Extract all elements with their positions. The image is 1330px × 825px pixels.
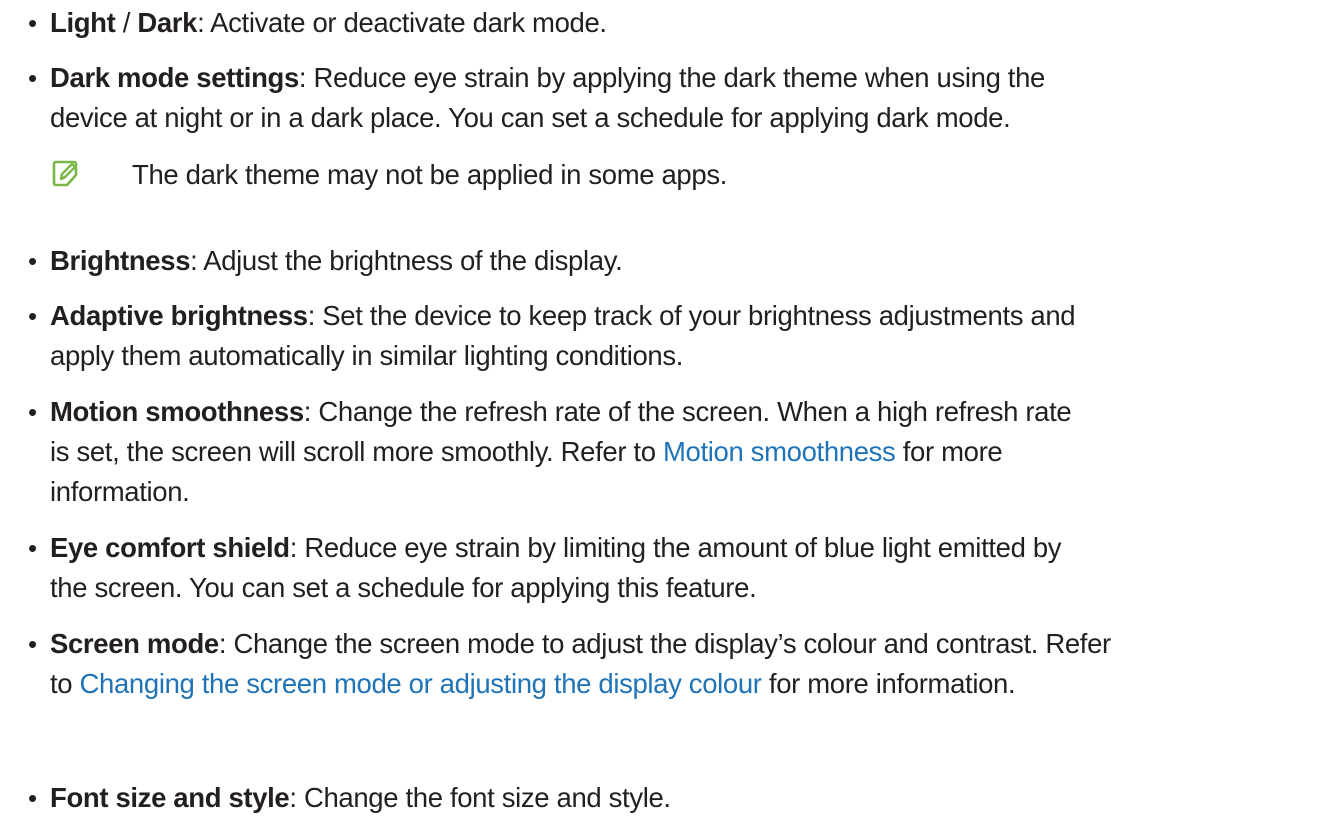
list-item-brightness: • Brightness: Adjust the brightness of t… <box>0 241 1320 281</box>
item-text-line-2: is set, the screen will scroll more smoo… <box>50 432 1310 472</box>
item-description: for more <box>895 436 1003 467</box>
item-description: for more information. <box>761 668 1016 699</box>
term-adaptive-brightness: Adaptive brightness <box>50 300 308 331</box>
item-text: Brightness: Adjust the brightness of the… <box>50 241 1310 281</box>
term-font-size-and-style: Font size and style <box>50 782 290 813</box>
bullet: • <box>28 397 38 427</box>
item-text-line-1: Eye comfort shield: Reduce eye strain by… <box>50 528 1310 568</box>
document-page: • Light / Dark: Activate or deactivate d… <box>0 0 1330 825</box>
item-text-line-1: Screen mode: Change the screen mode to a… <box>50 624 1310 664</box>
item-description: : Reduce eye strain by limiting the amou… <box>289 532 1062 563</box>
item-text: Font size and style: Change the font siz… <box>50 778 1310 818</box>
item-description: is set, the screen will scroll more smoo… <box>50 436 663 467</box>
bullet: • <box>28 533 38 563</box>
item-text-line-1: Dark mode settings: Reduce eye strain by… <box>50 58 1310 98</box>
link-changing-screen-mode[interactable]: Changing the screen mode or adjusting th… <box>80 668 762 699</box>
list-item-screen-mode: • Screen mode: Change the screen mode to… <box>0 624 1320 704</box>
bullet: • <box>28 783 38 813</box>
list-item-motion-smoothness: • Motion smoothness: Change the refresh … <box>0 392 1320 512</box>
item-text-line-3: information. <box>50 476 190 507</box>
term-brightness: Brightness <box>50 245 191 276</box>
bullet: • <box>28 63 38 93</box>
term-screen-mode: Screen mode <box>50 628 219 659</box>
bullet: • <box>28 629 38 659</box>
item-description: : Adjust the brightness of the display. <box>190 245 623 276</box>
list-item-light-dark: • Light / Dark: Activate or deactivate d… <box>0 3 1320 43</box>
list-item-font-size-and-style: • Font size and style: Change the font s… <box>0 778 1320 818</box>
item-text-line-2: the screen. You can set a schedule for a… <box>50 572 757 603</box>
item-description: : Change the screen mode to adjust the d… <box>218 628 1111 659</box>
item-description: : Reduce eye strain by applying the dark… <box>298 62 1045 93</box>
list-item-adaptive-brightness: • Adaptive brightness: Set the device to… <box>0 296 1320 376</box>
item-description: : Activate or deactivate dark mode. <box>197 7 607 38</box>
term-dark-mode-settings: Dark mode settings <box>50 62 299 93</box>
bullet: • <box>28 246 38 276</box>
item-text-line-1: Motion smoothness: Change the refresh ra… <box>50 392 1310 432</box>
item-description: : Change the refresh rate of the screen.… <box>303 396 1072 427</box>
term-motion-smoothness: Motion smoothness <box>50 396 304 427</box>
term-eye-comfort-shield: Eye comfort shield <box>50 532 290 563</box>
item-text-line-2: device at night or in a dark place. You … <box>50 102 1011 133</box>
list-item-eye-comfort-shield: • Eye comfort shield: Reduce eye strain … <box>0 528 1320 608</box>
note-pencil-icon <box>52 160 78 187</box>
note-text: The dark theme may not be applied in som… <box>132 159 728 190</box>
bullet: • <box>28 301 38 331</box>
item-description: : Change the font size and style. <box>289 782 671 813</box>
item-description: : Set the device to keep track of your b… <box>307 300 1076 331</box>
term-separator: / <box>115 7 138 38</box>
item-text: Light / Dark: Activate or deactivate dar… <box>50 3 1310 43</box>
item-text-line-1: Adaptive brightness: Set the device to k… <box>50 296 1310 336</box>
list-item-dark-mode-settings: • Dark mode settings: Reduce eye strain … <box>0 58 1320 238</box>
term-dark: Dark <box>137 7 198 38</box>
item-text-line-2: to Changing the screen mode or adjusting… <box>50 664 1310 704</box>
link-motion-smoothness[interactable]: Motion smoothness <box>663 436 896 467</box>
bullet: • <box>28 8 38 38</box>
term-light: Light <box>50 7 116 38</box>
item-text-line-2: apply them automatically in similar ligh… <box>50 340 684 371</box>
item-description: to <box>50 668 80 699</box>
note: The dark theme may not be applied in som… <box>50 155 950 195</box>
